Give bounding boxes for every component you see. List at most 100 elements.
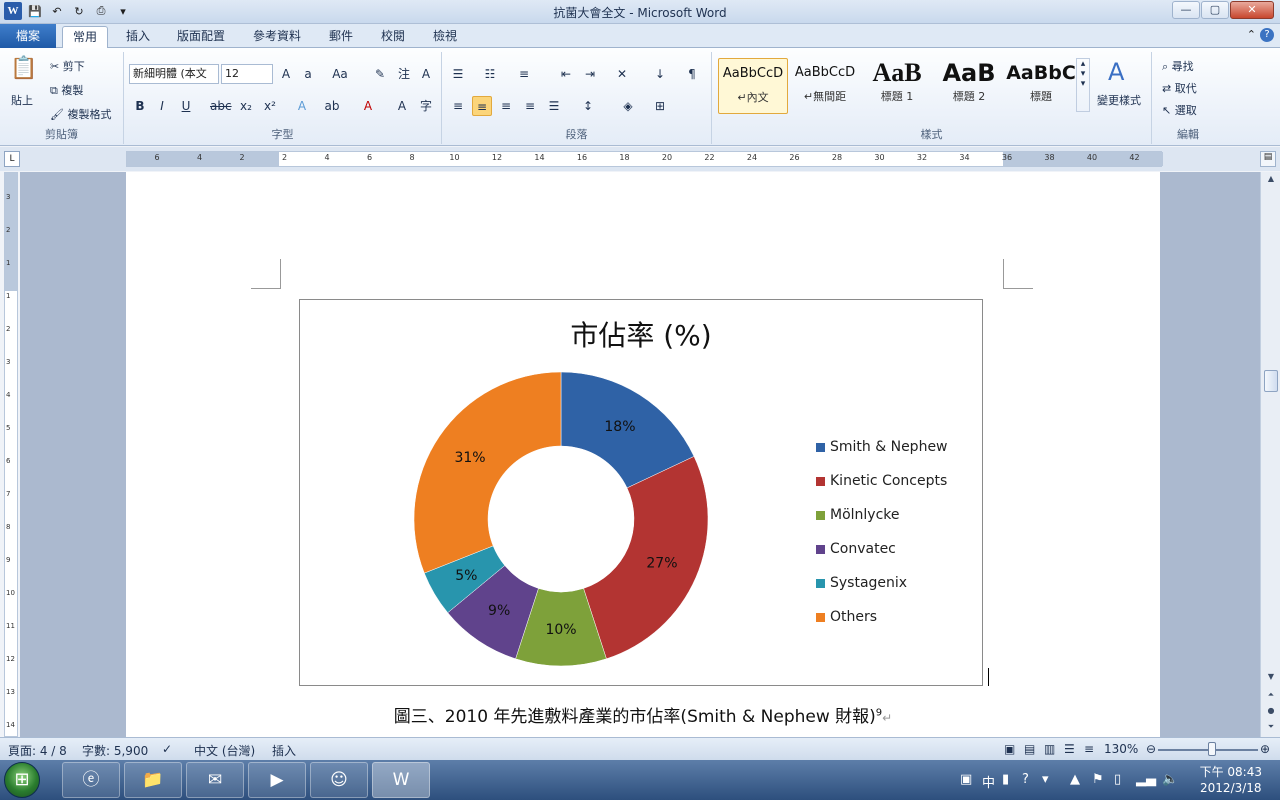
distribute-icon[interactable]: ☰ — [544, 96, 564, 116]
language-status[interactable]: 中文 (台灣) — [194, 742, 255, 759]
align-right-icon[interactable]: ≡ — [496, 96, 516, 116]
scrollbar-thumb[interactable] — [1264, 370, 1278, 392]
zoom-level[interactable]: 130% — [1104, 742, 1138, 756]
web-layout-icon[interactable]: ▥ — [1044, 742, 1055, 756]
chart-object[interactable]: 市佔率 (%) 18% 27% 10% 9% 5% 31% Smith & Nephew … — [299, 299, 983, 686]
media-player-taskbar-icon[interactable]: ▶ — [248, 762, 306, 798]
shrink-font-icon[interactable]: a — [298, 64, 318, 84]
minimize-button[interactable]: — — [1172, 1, 1200, 19]
borders-icon[interactable]: ⊞ — [650, 96, 670, 116]
explorer-taskbar-icon[interactable]: 📁 — [124, 762, 182, 798]
format-painter-button[interactable]: 🖌 複製格式 — [50, 106, 111, 122]
char-border-icon[interactable]: A — [416, 64, 436, 84]
asian-layout-icon[interactable]: ✕ — [612, 64, 632, 84]
flag-icon[interactable]: ⚑ — [1092, 772, 1104, 787]
prev-page-icon[interactable]: ⏶ — [1264, 690, 1278, 704]
view-ruler-icon[interactable]: ▤ — [1260, 151, 1276, 167]
tab-page-layout[interactable]: 版面配置 — [167, 26, 235, 48]
draft-icon[interactable]: ≡ — [1084, 742, 1094, 756]
grow-font-icon[interactable]: A — [276, 64, 296, 84]
show-hidden-icons[interactable]: ▲ — [1070, 772, 1080, 787]
cut-button[interactable]: ✂ 剪下 — [50, 58, 85, 74]
multilevel-list-icon[interactable]: ≡ — [514, 64, 534, 84]
align-left-icon[interactable]: ≡ — [448, 96, 468, 116]
styles-scroll-icon[interactable]: ▴ ▾ ▾ — [1076, 58, 1090, 112]
vertical-scrollbar[interactable]: ▲ ▼ ⏶ ● ⏷ — [1260, 172, 1280, 737]
tab-review[interactable]: 校閱 — [371, 26, 415, 48]
ie-taskbar-icon[interactable]: ⓔ — [62, 762, 120, 798]
donut-slice[interactable] — [413, 371, 562, 574]
next-page-icon[interactable]: ⏷ — [1264, 722, 1278, 736]
ime-mode[interactable]: 中 — [982, 772, 995, 791]
volume-muted-icon[interactable]: 🔈 — [1162, 772, 1178, 787]
font-name-combo[interactable]: 新細明體 (本文 — [129, 64, 219, 84]
decrease-indent-icon[interactable]: ⇤ — [556, 64, 576, 84]
strikethrough-icon[interactable]: abc — [210, 96, 232, 116]
show-marks-icon[interactable]: ¶ — [682, 64, 702, 84]
vertical-ruler[interactable]: 3 2 1 1 2 3 4 5 6 7 8 9 10 11 12 13 14 — [4, 172, 18, 737]
network-icon[interactable]: ▂▄ — [1136, 772, 1156, 787]
zoom-slider-thumb[interactable] — [1208, 742, 1216, 756]
ime-help-icon[interactable]: ? — [1022, 772, 1029, 787]
ime-menu-icon[interactable]: ▾ — [1042, 772, 1049, 787]
enclose-char-icon[interactable]: 字 — [416, 96, 436, 116]
ime-icon[interactable]: ▣ — [960, 772, 972, 787]
italic-icon[interactable]: I — [152, 96, 172, 116]
full-screen-icon[interactable]: ▤ — [1024, 742, 1035, 756]
copy-button[interactable]: ⧉ 複製 — [50, 82, 83, 98]
word-taskbar-icon[interactable]: W — [372, 762, 430, 798]
shading-icon[interactable]: ◈ — [618, 96, 638, 116]
font-color-icon[interactable]: A — [358, 96, 378, 116]
scroll-down-icon[interactable]: ▼ — [1264, 672, 1278, 686]
change-styles-button[interactable]: 變更樣式 — [1097, 92, 1141, 108]
print-layout-icon[interactable]: ▣ — [1004, 742, 1015, 756]
outline-icon[interactable]: ☰ — [1064, 742, 1075, 756]
messenger-taskbar-icon[interactable]: ☺ — [310, 762, 368, 798]
ribbon-minimize-icon[interactable]: ⌃ — [1247, 28, 1256, 41]
align-center-icon[interactable]: ≡ — [472, 96, 492, 116]
proofing-icon[interactable]: ✓ — [162, 742, 172, 756]
underline-icon[interactable]: U — [176, 96, 196, 116]
justify-icon[interactable]: ≡ — [520, 96, 540, 116]
tab-selector-icon[interactable]: L — [4, 151, 20, 167]
tab-references[interactable]: 參考資料 — [243, 26, 311, 48]
line-spacing-icon[interactable]: ↕ — [578, 96, 598, 116]
paste-icon[interactable]: 📋 — [8, 56, 40, 86]
outlook-taskbar-icon[interactable]: ✉ — [186, 762, 244, 798]
replace-button[interactable]: ⇄ 取代 — [1162, 80, 1197, 96]
sort-icon[interactable]: ↓ — [650, 64, 670, 84]
find-button[interactable]: ⌕ 尋找 — [1162, 58, 1194, 74]
text-effects-icon[interactable]: A — [292, 96, 312, 116]
style-heading-2[interactable]: AaB 標題 2 — [934, 58, 1004, 114]
change-styles-icon[interactable]: A — [1108, 58, 1124, 86]
style-no-spacing[interactable]: AaBbCcD ↵無間距 — [790, 58, 860, 114]
page-count[interactable]: 頁面: 4 / 8 — [8, 742, 67, 759]
style-heading-1[interactable]: AaB 標題 1 — [862, 58, 932, 114]
bullets-icon[interactable]: ☰ — [448, 64, 468, 84]
change-case-icon[interactable]: Aa — [330, 64, 350, 84]
tab-mailings[interactable]: 郵件 — [319, 26, 363, 48]
paste-button[interactable]: 貼上 — [11, 92, 33, 108]
ime-shape-icon[interactable]: ▮ — [1002, 772, 1009, 787]
close-button[interactable]: ✕ — [1230, 1, 1274, 19]
char-shading-icon[interactable]: A — [392, 96, 412, 116]
subscript-icon[interactable]: x₂ — [236, 96, 256, 116]
start-button[interactable]: ⊞ — [4, 762, 40, 798]
battery-icon[interactable]: ▯ — [1114, 772, 1121, 787]
highlight-icon[interactable]: ab — [322, 96, 342, 116]
zoom-out-icon[interactable]: ⊖ — [1146, 742, 1156, 756]
numbering-icon[interactable]: ☷ — [480, 64, 500, 84]
font-size-combo[interactable]: 12 — [221, 64, 273, 84]
maximize-button[interactable]: ▢ — [1201, 1, 1229, 19]
document-page[interactable]: 市佔率 (%) 18% 27% 10% 9% 5% 31% Smith & Nephew … — [126, 172, 1160, 737]
tab-file[interactable]: 檔案 — [0, 24, 56, 48]
word-count[interactable]: 字數: 5,900 — [82, 742, 148, 759]
clear-format-icon[interactable]: ✎ — [370, 64, 390, 84]
bold-icon[interactable]: B — [130, 96, 150, 116]
style-normal[interactable]: AaBbCcD ↵內文 — [718, 58, 788, 114]
insert-mode-status[interactable]: 插入 — [272, 742, 296, 759]
superscript-icon[interactable]: x² — [260, 96, 280, 116]
tab-view[interactable]: 檢視 — [423, 26, 467, 48]
phonetic-icon[interactable]: 注 — [394, 64, 414, 84]
style-title[interactable]: AaBbC 標題 — [1006, 58, 1076, 114]
